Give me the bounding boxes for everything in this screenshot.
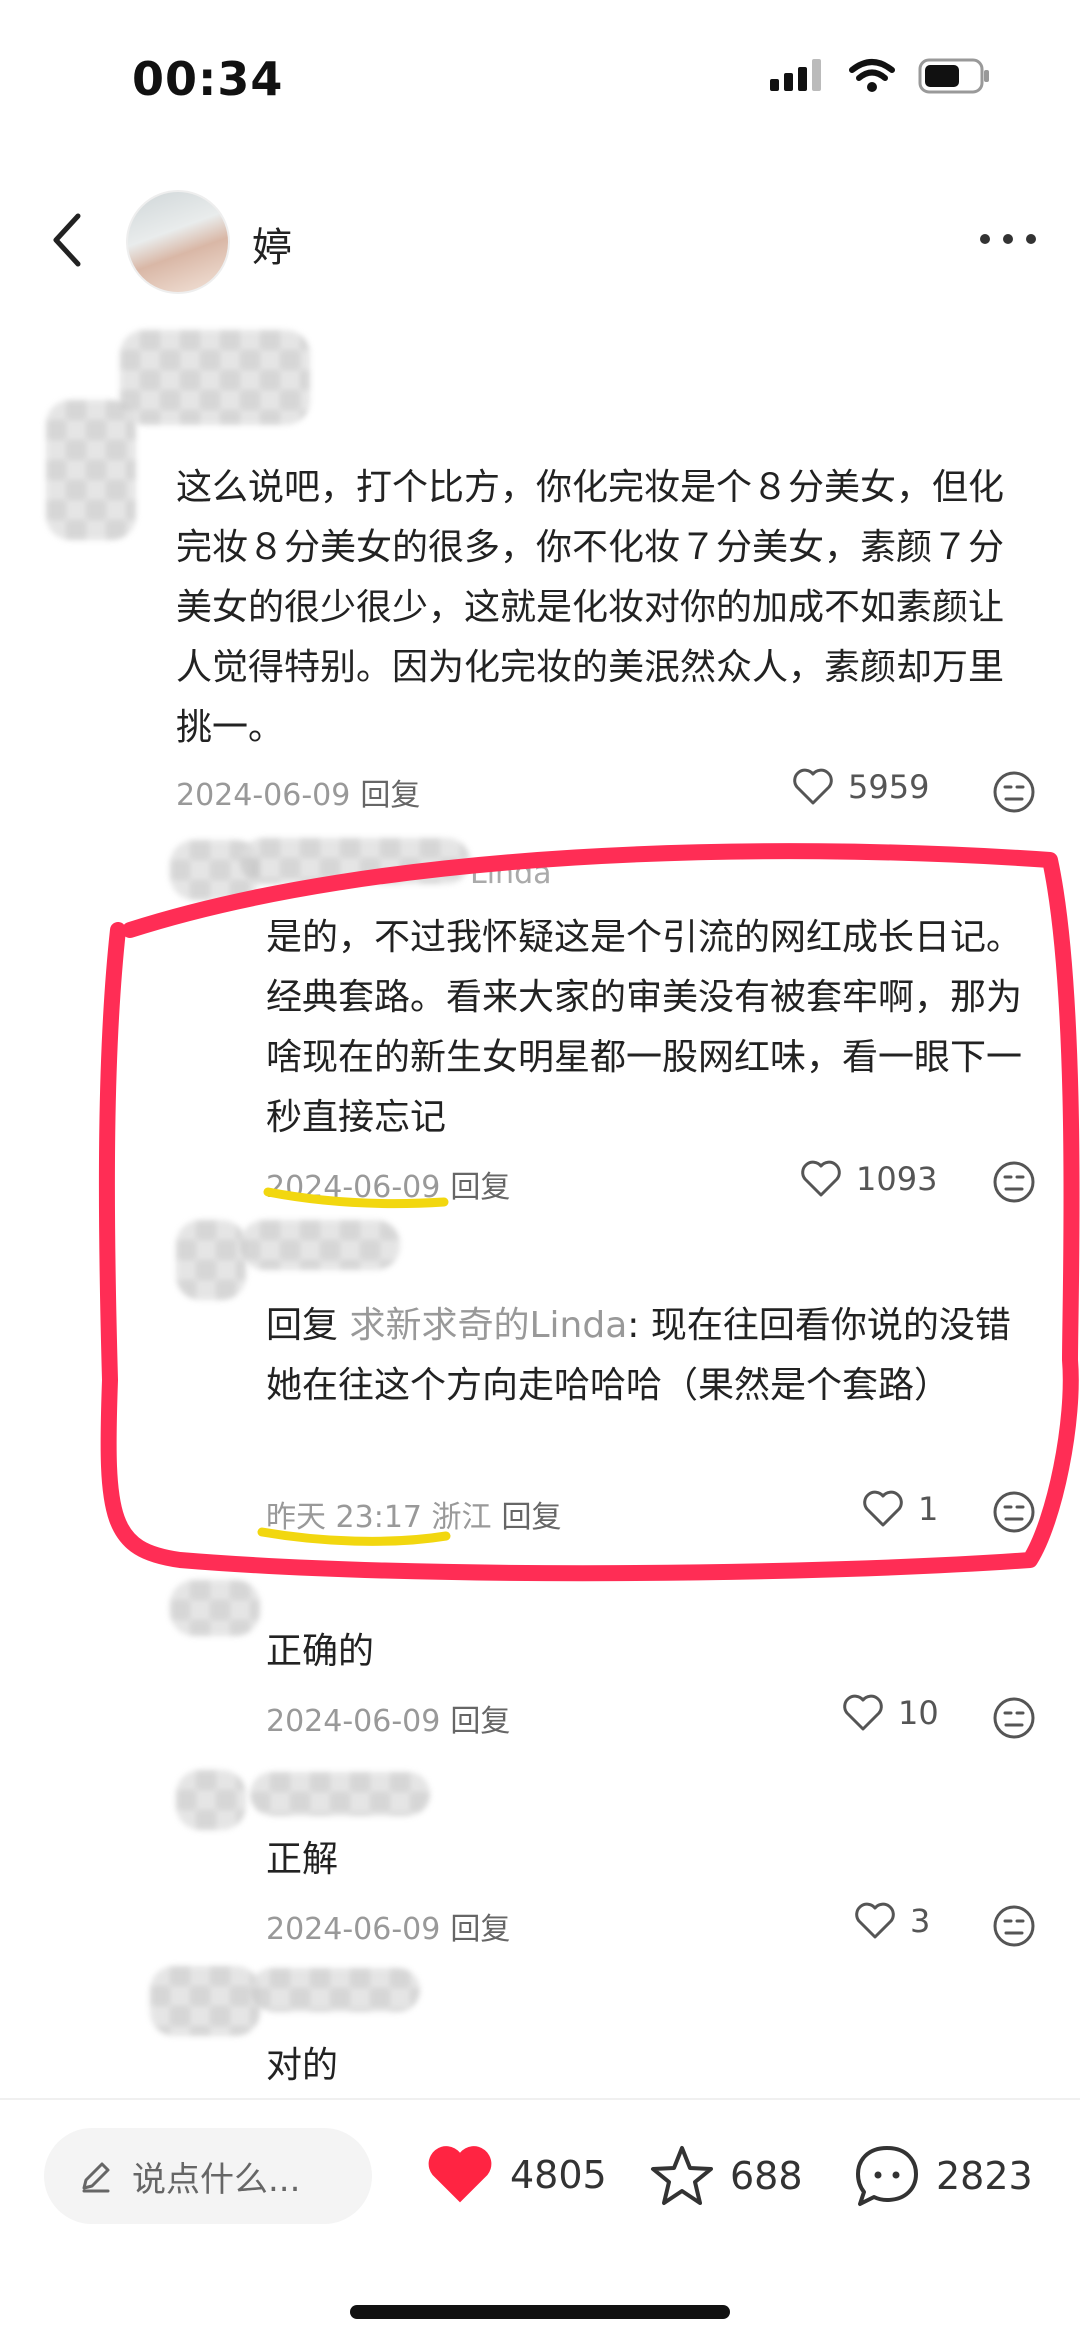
battery-icon xyxy=(918,58,989,94)
reply-username[interactable] xyxy=(240,1220,400,1270)
post-like-count: 4805 xyxy=(510,2153,607,2197)
heart-icon xyxy=(843,1694,883,1731)
dislike-emoji-icon[interactable] xyxy=(992,1490,1036,1534)
comment-input-placeholder: 说点什么... xyxy=(132,2159,301,2200)
pencil-icon xyxy=(82,2162,110,2193)
reply-date: 2024-06-09 xyxy=(266,1912,441,1947)
comment-text: 这么说吧，打个比方，你化完妆是个８分美女，但化完妆８分美女的很多，你不化妆７分美… xyxy=(176,467,1005,748)
like-button[interactable]: 5959 xyxy=(792,768,929,806)
reply-meta: 2024-06-09 回复 xyxy=(266,1696,510,1740)
reply-text: 正解 xyxy=(266,1839,339,1880)
like-count: 3 xyxy=(910,1902,931,1940)
chat-bubble-icon xyxy=(856,2146,918,2206)
star-icon xyxy=(651,2146,713,2205)
reply-username[interactable] xyxy=(240,838,470,884)
dislike-emoji-icon[interactable] xyxy=(992,770,1036,814)
dislike-emoji-icon[interactable] xyxy=(992,1696,1036,1740)
reply-button[interactable]: 回复 xyxy=(502,1500,562,1535)
reply-username-tail: Linda xyxy=(470,856,552,891)
comment-avatar[interactable] xyxy=(46,400,136,540)
reply-username[interactable] xyxy=(250,1968,420,2012)
dislike-emoji-icon[interactable] xyxy=(992,1160,1036,1204)
wifi-icon xyxy=(849,59,895,92)
back-icon[interactable] xyxy=(48,210,84,270)
reply-avatar[interactable] xyxy=(176,1770,246,1830)
mention-link[interactable]: 求新求奇的Linda xyxy=(349,1305,627,1346)
reply-meta: 2024-06-09 回复 xyxy=(266,1904,510,1948)
comment-date: 2024-06-09 xyxy=(176,778,351,813)
heart-icon xyxy=(863,1490,903,1527)
status-time: 00:34 xyxy=(132,52,284,106)
like-button[interactable]: 1093 xyxy=(800,1160,937,1198)
reply-button[interactable]: 回复 xyxy=(450,1912,510,1947)
signal-icon xyxy=(770,59,821,91)
like-count: 1 xyxy=(918,1490,939,1528)
like-button[interactable]: 1 xyxy=(862,1490,938,1528)
comment-input[interactable]: 说点什么... xyxy=(44,2128,372,2224)
like-count: 1093 xyxy=(856,1160,938,1198)
reply-avatar[interactable] xyxy=(170,1580,260,1636)
comment-count-button[interactable]: 2823 xyxy=(852,2142,1033,2210)
reply-text: 对的 xyxy=(266,2045,339,2086)
comment-count: 2823 xyxy=(936,2154,1033,2198)
more-icon[interactable] xyxy=(980,234,1036,244)
heart-icon xyxy=(793,768,833,805)
reply-meta: 昨天 23:17 浙江 回复 xyxy=(266,1492,562,1536)
home-indicator[interactable] xyxy=(350,2305,730,2319)
like-count: 10 xyxy=(898,1694,939,1732)
status-icons xyxy=(770,58,990,94)
favorite-count: 688 xyxy=(730,2154,803,2198)
comment-meta: 2024-06-09 回复 xyxy=(176,770,420,814)
favorite-button[interactable]: 688 xyxy=(648,2142,803,2210)
reply-text: 是的，不过我怀疑这是个引流的网红成长日记。经典套路。看来大家的审美没有被套牢啊，… xyxy=(266,917,1023,1138)
reply-button[interactable]: 回复 xyxy=(450,1704,510,1739)
post-like-button[interactable]: 4805 xyxy=(424,2142,607,2208)
bottom-divider xyxy=(0,2098,1080,2100)
reply-prefix: 回复 xyxy=(266,1305,339,1346)
heart-icon xyxy=(855,1902,895,1939)
reply-date: 2024-06-09 xyxy=(266,1704,441,1739)
heart-filled-icon xyxy=(428,2146,492,2203)
reply-date: 昨天 23:17 xyxy=(266,1500,422,1535)
comment-username[interactable] xyxy=(120,330,310,425)
like-button[interactable]: 3 xyxy=(854,1902,930,1940)
author-avatar[interactable] xyxy=(126,190,230,294)
reply-username[interactable] xyxy=(250,1772,430,1816)
reply-avatar[interactable] xyxy=(150,1966,260,2036)
reply-button[interactable]: 回复 xyxy=(450,1170,510,1205)
reply-location: 浙江 xyxy=(431,1500,492,1535)
heart-icon xyxy=(801,1160,841,1197)
reply-text: 回复 求新求奇的Linda: 现在往回看你说的没错 她在往这个方向走哈哈哈（果然… xyxy=(266,1296,1036,1416)
reply-meta: 2024-06-09 回复 xyxy=(266,1162,510,1206)
like-button[interactable]: 10 xyxy=(842,1694,939,1732)
dislike-emoji-icon[interactable] xyxy=(992,1904,1036,1948)
like-count: 5959 xyxy=(848,768,930,806)
reply-avatar[interactable] xyxy=(176,1220,246,1300)
author-name[interactable]: 婷 xyxy=(252,215,292,273)
reply-date: 2024-06-09 xyxy=(266,1170,441,1205)
reply-button[interactable]: 回复 xyxy=(360,778,420,813)
reply-text: 正确的 xyxy=(266,1631,375,1672)
